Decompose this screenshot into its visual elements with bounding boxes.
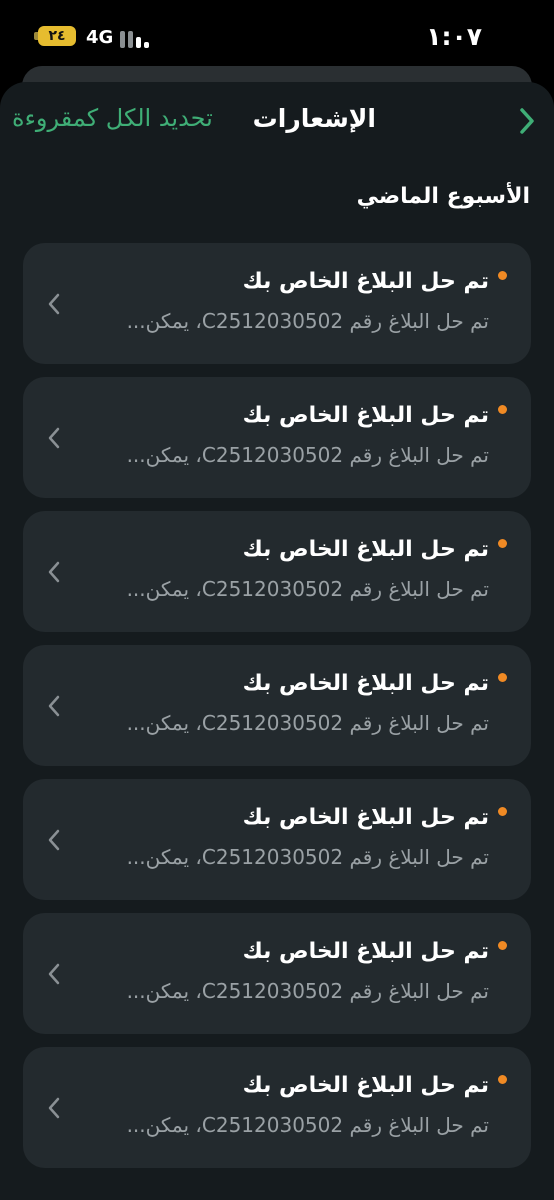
notification-body: تم حل البلاغ رقم C2512030502، يمكن...	[126, 979, 489, 1003]
chevron-right-icon[interactable]	[514, 104, 540, 138]
unread-dot	[498, 539, 507, 548]
page-title: الإشعارات	[252, 104, 376, 133]
notification-card[interactable]: تم حل البلاغ الخاص بك تم حل البلاغ رقم C2…	[23, 779, 531, 900]
status-time: ١:٠٧	[426, 22, 482, 51]
signal-icon	[120, 28, 154, 48]
notification-card[interactable]: تم حل البلاغ الخاص بك تم حل البلاغ رقم C2…	[23, 377, 531, 498]
notification-title: تم حل البلاغ الخاص بك	[242, 537, 489, 562]
notification-card[interactable]: تم حل البلاغ الخاص بك تم حل البلاغ رقم C2…	[23, 511, 531, 632]
notification-title: تم حل البلاغ الخاص بك	[242, 671, 489, 696]
chevron-left-icon	[48, 829, 60, 851]
mark-all-read-button[interactable]: تحديد الكل كمقروءة	[12, 104, 213, 132]
notification-title: تم حل البلاغ الخاص بك	[242, 1073, 489, 1098]
notification-title: تم حل البلاغ الخاص بك	[242, 939, 489, 964]
notification-body: تم حل البلاغ رقم C2512030502، يمكن...	[126, 443, 489, 467]
network-type: 4G	[86, 27, 114, 48]
notification-card[interactable]: تم حل البلاغ الخاص بك تم حل البلاغ رقم C2…	[23, 243, 531, 364]
notification-body: تم حل البلاغ رقم C2512030502، يمكن...	[126, 577, 489, 601]
chevron-left-icon	[48, 1097, 60, 1119]
status-bar: ٢٤ 4G ١:٠٧	[0, 0, 554, 70]
chevron-left-icon	[48, 293, 60, 315]
battery-level: ٢٤	[48, 28, 66, 44]
notification-body: تم حل البلاغ رقم C2512030502، يمكن...	[126, 309, 489, 333]
unread-dot	[498, 271, 507, 280]
unread-dot	[498, 807, 507, 816]
unread-dot	[498, 405, 507, 414]
chevron-left-icon	[48, 427, 60, 449]
chevron-left-icon	[48, 963, 60, 985]
chevron-left-icon	[48, 695, 60, 717]
section-title: الأسبوع الماضي	[356, 184, 530, 209]
notification-title: تم حل البلاغ الخاص بك	[242, 805, 489, 830]
notification-card[interactable]: تم حل البلاغ الخاص بك تم حل البلاغ رقم C2…	[23, 1047, 531, 1168]
unread-dot	[498, 1075, 507, 1084]
notification-card[interactable]: تم حل البلاغ الخاص بك تم حل البلاغ رقم C2…	[23, 645, 531, 766]
notification-body: تم حل البلاغ رقم C2512030502، يمكن...	[126, 711, 489, 735]
notification-list: تم حل البلاغ الخاص بك تم حل البلاغ رقم C2…	[23, 243, 531, 1181]
battery-icon: ٢٤	[38, 26, 76, 46]
screen: ٢٤ 4G ١:٠٧ الإشعارات تحديد الكل كمقروءة …	[0, 0, 554, 1200]
unread-dot	[498, 941, 507, 950]
unread-dot	[498, 673, 507, 682]
notification-card[interactable]: تم حل البلاغ الخاص بك تم حل البلاغ رقم C2…	[23, 913, 531, 1034]
notification-body: تم حل البلاغ رقم C2512030502، يمكن...	[126, 845, 489, 869]
notification-title: تم حل البلاغ الخاص بك	[242, 269, 489, 294]
notification-title: تم حل البلاغ الخاص بك	[242, 403, 489, 428]
chevron-left-icon	[48, 561, 60, 583]
header: الإشعارات تحديد الكل كمقروءة	[0, 100, 554, 146]
notification-body: تم حل البلاغ رقم C2512030502، يمكن...	[126, 1113, 489, 1137]
